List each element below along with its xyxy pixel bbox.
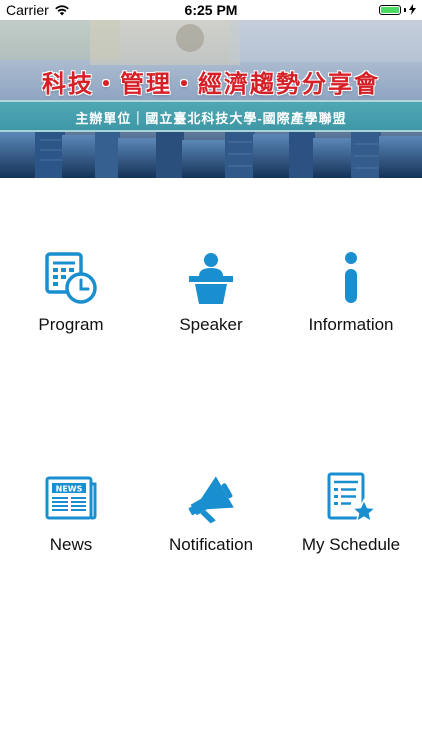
- event-banner: 科技‧管理‧經濟趨勢分享會 主辦單位｜國立臺北科技大學-國際產學聯盟: [0, 20, 422, 178]
- battery-tip: [404, 7, 406, 12]
- menu-label-news: News: [49, 535, 93, 554]
- battery-icon: [379, 4, 401, 15]
- megaphone-icon: [181, 468, 241, 528]
- status-bar: Carrier 6:25 PM: [0, 0, 422, 20]
- menu-label-speaker: Speaker: [179, 315, 243, 334]
- menu-item-program[interactable]: Program: [1, 248, 141, 335]
- podium-speaker-icon: [181, 248, 241, 308]
- menu-item-notification[interactable]: Notification: [141, 468, 281, 555]
- menu-item-speaker[interactable]: Speaker: [141, 248, 281, 335]
- menu-label-information: Information: [308, 315, 394, 334]
- menu-label-program: Program: [38, 315, 104, 334]
- banner-subtitle: 主辦單位｜國立臺北科技大學-國際產學聯盟: [75, 111, 347, 126]
- menu-label-my-schedule: My Schedule: [301, 535, 401, 554]
- menu-item-information[interactable]: Information: [281, 248, 421, 335]
- menu-label-notification: Notification: [168, 535, 254, 554]
- menu-item-my-schedule[interactable]: My Schedule: [281, 468, 421, 555]
- status-time: 6:25 PM: [184, 2, 238, 18]
- banner-background-image: [0, 20, 422, 178]
- banner-title: 科技‧管理‧經濟趨勢分享會: [42, 69, 380, 98]
- document-star-icon: [321, 468, 381, 528]
- newspaper-icon: NEWS: [41, 468, 101, 528]
- svg-text:NEWS: NEWS: [56, 485, 83, 494]
- info-icon: [321, 248, 381, 308]
- menu-item-news[interactable]: NEWS News: [1, 468, 141, 555]
- battery-group: [379, 4, 416, 15]
- calendar-clock-icon: [41, 248, 101, 308]
- charging-bolt-icon: [409, 4, 416, 15]
